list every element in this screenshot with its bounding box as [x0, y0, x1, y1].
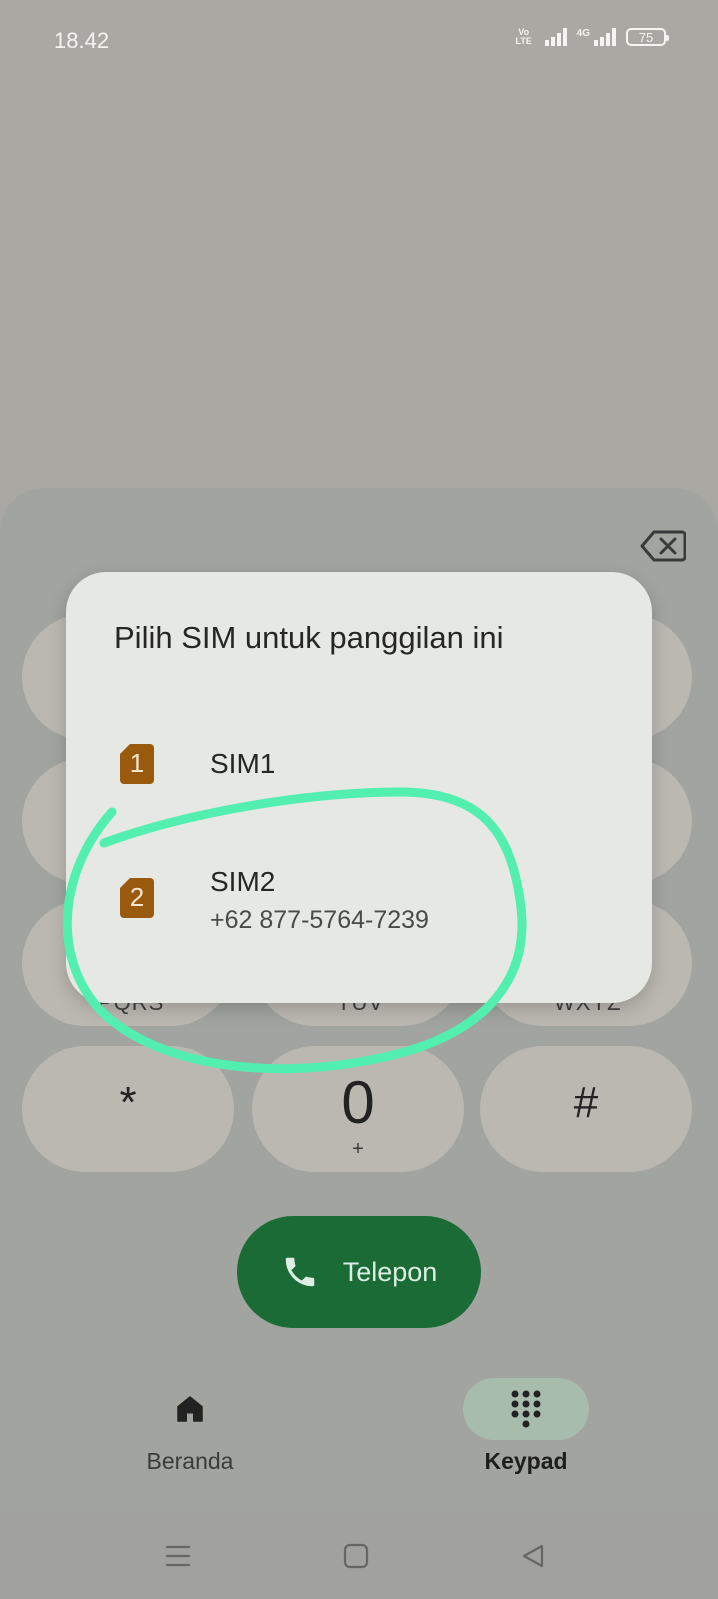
- network-type: 4G: [576, 28, 590, 39]
- home-icon: [177, 1396, 203, 1422]
- sim1-option[interactable]: 1 SIM1: [66, 710, 652, 820]
- nav-keypad-pill: [463, 1378, 589, 1440]
- sim2-name: SIM2: [210, 866, 276, 897]
- sim1-name: SIM1: [210, 748, 276, 779]
- bottom-navigation: Beranda Keypad: [0, 1370, 718, 1512]
- nav-beranda[interactable]: Beranda: [90, 1370, 290, 1490]
- signal-sim2-icon: [594, 28, 616, 46]
- home-square-icon[interactable]: [336, 1538, 376, 1574]
- key-0-label: 0: [341, 1069, 375, 1136]
- battery-icon: 75: [626, 28, 669, 46]
- back-triangle-icon[interactable]: [513, 1538, 553, 1574]
- backspace-icon[interactable]: [640, 530, 686, 562]
- phone-icon: [285, 1257, 314, 1287]
- sim2-number: +62 877-5764-7239: [210, 906, 429, 934]
- call-button[interactable]: Telepon: [237, 1216, 481, 1328]
- dialpad-icon: [511, 1390, 541, 1428]
- system-navigation: [0, 1512, 718, 1599]
- nav-keypad-label: Keypad: [484, 1448, 568, 1474]
- dialog-title: Pilih SIM untuk panggilan ini: [114, 620, 504, 655]
- status-icons: Vo LTE 4G 75: [513, 28, 669, 46]
- battery-level: 75: [638, 29, 654, 45]
- volte-bottom: LTE: [515, 36, 532, 46]
- volte-icon: Vo LTE: [513, 28, 535, 46]
- signal-sim1-icon: [544, 28, 567, 46]
- key-star-label: *: [119, 1078, 137, 1127]
- nav-beranda-label: Beranda: [146, 1448, 234, 1474]
- sim1-badge: 1: [129, 748, 145, 778]
- nav-keypad[interactable]: Keypad: [426, 1370, 626, 1490]
- call-button-label: Telepon: [342, 1256, 438, 1287]
- key-hash-label: #: [573, 1078, 599, 1127]
- sim-select-dialog: Pilih SIM untuk panggilan ini 1 SIM1 2 S…: [66, 572, 652, 1003]
- key-0-letters: +: [352, 1138, 364, 1160]
- status-time: 18.42: [54, 28, 110, 53]
- nav-beranda-pill: [127, 1378, 253, 1440]
- menu-icon[interactable]: [158, 1538, 198, 1574]
- key-star[interactable]: *: [22, 1046, 234, 1172]
- status-bar: 18.42 Vo LTE 4G 75: [0, 0, 718, 84]
- sim2-option[interactable]: 2 SIM2 +62 877-5764-7239: [66, 842, 652, 972]
- sim2-badge: 2: [129, 882, 145, 912]
- key-0[interactable]: 0 +: [252, 1046, 464, 1172]
- key-hash[interactable]: #: [480, 1046, 692, 1172]
